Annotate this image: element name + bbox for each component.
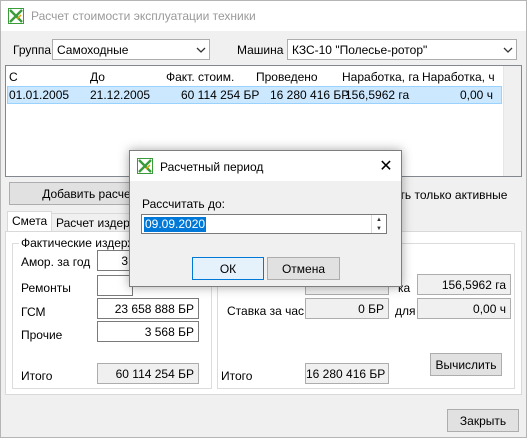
for-label: для: [395, 304, 416, 318]
total-costs-field: 60 114 254 БР: [97, 363, 199, 384]
machine-combo[interactable]: КЗС-10 "Полесье-ротор": [287, 39, 517, 60]
calc-to-label: Рассчитать до:: [142, 197, 225, 211]
for-field: 0,00 ч: [417, 298, 511, 319]
app-icon: [137, 158, 153, 174]
dialog-title: Расчетный период: [160, 160, 264, 174]
total-rates-value: 16 280 416 БР: [306, 367, 386, 381]
tab-smeta[interactable]: Смета: [7, 211, 53, 233]
total-rates-label: Итого: [221, 369, 253, 383]
period-dialog: Расчетный период ✕ Рассчитать до: 09.09.…: [129, 150, 402, 287]
rates-ha-value: 156,5962 га: [441, 278, 506, 292]
close-label: Закрыть: [459, 413, 507, 428]
dialog-title-bar: Расчетный период ✕: [130, 151, 401, 181]
column-header[interactable]: До: [90, 70, 105, 84]
hour-rate-label: Ставка за час: [227, 304, 305, 318]
repairs-field[interactable]: [97, 275, 133, 296]
date-value[interactable]: 09.09.2020: [144, 217, 207, 232]
chevron-down-icon[interactable]: [192, 40, 209, 59]
actual-costs-title: Фактические издерж: [19, 236, 138, 250]
amortization-value: 3: [121, 254, 128, 268]
fuel-label: ГСМ: [21, 305, 46, 319]
cancel-label: Отмена: [281, 261, 326, 276]
amortization-field[interactable]: 3: [97, 250, 133, 271]
table-cell: 21.12.2005: [90, 88, 151, 102]
table-cell: 16 280 416 БР: [270, 88, 350, 102]
ok-label: ОК: [219, 261, 237, 276]
total-rates-field: 16 280 416 БР: [305, 363, 389, 384]
spin-down-icon[interactable]: ▼: [372, 224, 386, 233]
amortization-label: Амор. за год: [21, 255, 91, 269]
other-value: 3 568 БР: [144, 325, 194, 339]
group-combo-value: Самоходные: [57, 43, 129, 57]
repairs-label: Ремонты: [21, 281, 71, 295]
column-header[interactable]: Факт. стоим.: [166, 70, 234, 84]
total-costs-value: 60 114 254 БР: [115, 367, 194, 381]
close-button[interactable]: Закрыть: [447, 409, 519, 432]
machine-combo-value: КЗС-10 "Полесье-ротор": [292, 43, 428, 57]
main-window: Расчет стоимости эксплуатации техники Гр…: [0, 0, 527, 438]
vertical-scrollbar[interactable]: [503, 66, 521, 176]
calculate-button[interactable]: Вычислить: [430, 353, 502, 376]
group-combo[interactable]: Самоходные: [52, 39, 210, 60]
column-header[interactable]: Проведено: [256, 70, 318, 84]
ok-button[interactable]: ОК: [192, 257, 264, 280]
table-cell: 60 114 254 БР: [181, 88, 260, 102]
table-cell: 156,5962 га: [345, 88, 410, 102]
other-label: Прочие: [21, 328, 63, 342]
tab-cost-calculation[interactable]: Расчет издерж: [51, 213, 137, 233]
for-value: 0,00 ч: [473, 302, 506, 316]
fuel-value: 23 658 888 БР: [114, 302, 194, 316]
table-cell: 01.01.2005: [9, 88, 70, 102]
machine-label: Машина: [237, 43, 284, 57]
window-title: Расчет стоимости эксплуатации техники: [31, 9, 256, 23]
column-header[interactable]: Наработка, га: [342, 70, 419, 84]
close-icon[interactable]: ✕: [371, 151, 401, 181]
chevron-down-icon[interactable]: [499, 40, 516, 59]
hour-rate-value: 0 БР: [358, 302, 384, 316]
spin-buttons[interactable]: ▲ ▼: [371, 215, 386, 233]
cancel-button[interactable]: Отмена: [267, 257, 340, 280]
calculate-label: Вычислить: [435, 357, 497, 372]
fuel-field[interactable]: 23 658 888 БР: [97, 298, 199, 319]
title-bar: Расчет стоимости эксплуатации техники: [1, 1, 526, 31]
add-calculation-label: Добавить расчет: [42, 186, 136, 201]
tab-cost-calculation-label: Расчет издерж: [56, 216, 137, 230]
app-icon: [8, 8, 24, 24]
show-active-only-label[interactable]: ать только активные: [393, 188, 507, 202]
total-costs-label: Итого: [21, 369, 53, 383]
column-header[interactable]: Наработка, ч: [422, 70, 495, 84]
other-field[interactable]: 3 568 БР: [97, 321, 199, 342]
column-header[interactable]: С: [9, 70, 18, 84]
date-spin-input[interactable]: 09.09.2020 ▲ ▼: [141, 214, 387, 234]
table-cell: 0,00 ч: [460, 88, 493, 102]
group-label: Группа: [13, 43, 52, 57]
tab-smeta-label: Смета: [12, 214, 48, 228]
hour-rate-field: 0 БР: [305, 298, 389, 319]
spin-up-icon[interactable]: ▲: [372, 215, 386, 224]
rates-ha-field: 156,5962 га: [417, 274, 511, 295]
